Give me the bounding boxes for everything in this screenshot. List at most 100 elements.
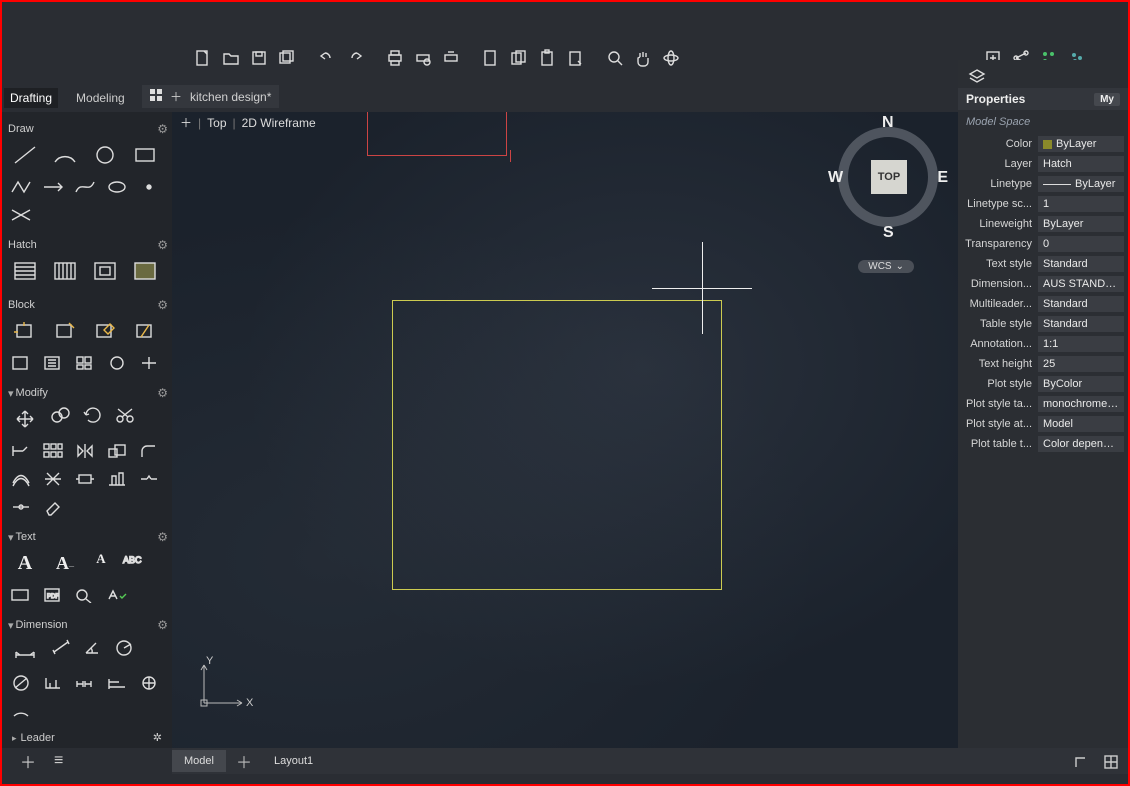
compass-north[interactable]: N — [882, 114, 894, 132]
dim-radius-tool[interactable] — [112, 636, 138, 658]
view-cube-top-face[interactable]: TOP — [871, 160, 907, 194]
block-tool-a[interactable] — [8, 352, 34, 374]
region-tool[interactable] — [128, 256, 162, 286]
add-panel-icon[interactable]: ＋ — [20, 749, 36, 773]
extend-tool[interactable] — [8, 440, 34, 462]
property-value[interactable]: 1:1 — [1038, 336, 1124, 352]
print-icon[interactable] — [384, 48, 406, 68]
mtext-tool[interactable]: A — [8, 548, 42, 578]
hatch-tool[interactable] — [8, 256, 42, 286]
plot-icon[interactable] — [440, 48, 462, 68]
new-file-icon[interactable] — [192, 48, 214, 68]
status-ucs-icon[interactable] — [1070, 752, 1092, 772]
property-value[interactable]: Hatch — [1038, 156, 1124, 172]
text-pdf-tool[interactable]: PDF — [40, 584, 66, 606]
cut-icon[interactable] — [480, 48, 502, 68]
gradient-tool[interactable] — [48, 256, 82, 286]
block-tool-c[interactable] — [72, 352, 98, 374]
viewport-style-label[interactable]: 2D Wireframe — [242, 116, 316, 130]
break-tool[interactable] — [136, 468, 162, 490]
mirror-tool[interactable] — [72, 440, 98, 462]
orbit-icon[interactable] — [660, 48, 682, 68]
section-text-gear-icon[interactable]: ⚙ — [157, 530, 168, 544]
start-icon[interactable] — [150, 89, 162, 104]
explode-tool[interactable] — [40, 468, 66, 490]
property-value[interactable]: ByLayer — [1038, 216, 1124, 232]
section-block-gear-icon[interactable]: ⚙ — [157, 298, 168, 312]
property-value[interactable]: Color dependent — [1038, 436, 1124, 452]
property-value[interactable]: 1 — [1038, 196, 1124, 212]
trim-tool[interactable] — [112, 404, 138, 426]
property-value[interactable]: AUS STANDARD — [1038, 276, 1124, 292]
block-tool-b[interactable] — [40, 352, 66, 374]
compass-south[interactable]: S — [883, 224, 894, 242]
section-dimension-gear-icon[interactable]: ⚙ — [157, 618, 168, 632]
save-all-icon[interactable] — [276, 48, 298, 68]
text-field-tool[interactable] — [8, 584, 34, 606]
properties-context[interactable]: Model Space — [958, 110, 1128, 134]
dim-continue-tool[interactable] — [72, 672, 98, 694]
property-value[interactable]: ByLayer — [1038, 176, 1124, 192]
status-grid-icon[interactable] — [1100, 752, 1122, 772]
property-value[interactable]: monochrome.ctb — [1038, 396, 1124, 412]
line-tool[interactable] — [8, 140, 42, 170]
open-file-icon[interactable] — [220, 48, 242, 68]
move-tool[interactable] — [8, 404, 42, 434]
save-icon[interactable] — [248, 48, 270, 68]
tab-model[interactable]: Model — [172, 750, 226, 772]
join-tool[interactable] — [8, 496, 34, 518]
text-style-tool[interactable]: A — [88, 548, 114, 570]
viewport-view-label[interactable]: Top — [207, 116, 226, 130]
fillet-tool[interactable] — [136, 440, 162, 462]
offset-tool[interactable] — [8, 468, 34, 490]
section-hatch-gear-icon[interactable]: ⚙ — [157, 238, 168, 252]
boundary-tool[interactable] — [88, 256, 122, 286]
erase-tool[interactable] — [40, 496, 66, 518]
compass-east[interactable]: E — [937, 169, 948, 187]
document-tab[interactable]: ＋ kitchen design* — [142, 85, 279, 108]
text-find-tool[interactable] — [72, 584, 98, 606]
tab-layout1[interactable]: Layout1 — [262, 750, 325, 772]
dim-baseline-tool[interactable] — [104, 672, 130, 694]
polyline-tool[interactable] — [8, 176, 34, 198]
wcs-badge[interactable]: WCS⌄ — [858, 260, 914, 273]
dim-diameter-tool[interactable] — [8, 672, 34, 694]
block-tool-d[interactable] — [104, 352, 130, 374]
property-value[interactable]: Standard — [1038, 256, 1124, 272]
property-value[interactable]: Standard — [1038, 316, 1124, 332]
add-layout-icon[interactable]: ＋ — [226, 745, 262, 777]
text-abc-tool[interactable]: ABC — [120, 548, 146, 570]
block-tool-e[interactable] — [136, 352, 162, 374]
property-value[interactable]: Standard — [1038, 296, 1124, 312]
search-icon[interactable] — [604, 48, 626, 68]
arc-tool[interactable] — [48, 140, 82, 170]
section-modify-gear-icon[interactable]: ⚙ — [157, 386, 168, 400]
tab-drafting[interactable]: Drafting — [4, 88, 58, 108]
dim-center-tool[interactable] — [136, 672, 162, 694]
spline-tool[interactable] — [72, 176, 98, 198]
dim-arc-tool[interactable] — [8, 700, 34, 722]
array-tool[interactable] — [40, 440, 66, 462]
ray-tool[interactable] — [40, 176, 66, 198]
paste-icon[interactable] — [536, 48, 558, 68]
view-cube[interactable]: TOP N S W E WCS⌄ — [828, 114, 948, 264]
stretch-tool[interactable] — [72, 468, 98, 490]
property-value[interactable]: ByColor — [1038, 376, 1124, 392]
insert-block-tool[interactable] — [8, 316, 42, 346]
edit-block-tool[interactable] — [88, 316, 122, 346]
ellipse-tool[interactable] — [104, 176, 130, 198]
drawing-canvas[interactable]: ＋ | Top | 2D Wireframe TOP N S W E WCS⌄ … — [172, 112, 958, 748]
property-value[interactable]: ByLayer — [1038, 136, 1124, 152]
create-block-tool[interactable] — [48, 316, 82, 346]
redo-icon[interactable] — [344, 48, 366, 68]
xline-tool[interactable] — [8, 204, 34, 226]
text-spell-tool[interactable] — [104, 584, 130, 606]
single-text-tool[interactable]: A_ — [48, 548, 82, 578]
point-tool[interactable] — [136, 176, 162, 198]
paste-special-icon[interactable] — [564, 48, 586, 68]
new-tab-plus-icon[interactable]: ＋ — [170, 88, 182, 105]
circle-tool[interactable] — [88, 140, 122, 170]
rotate-tool[interactable] — [80, 404, 106, 426]
dim-ordinate-tool[interactable] — [40, 672, 66, 694]
print-preview-icon[interactable] — [412, 48, 434, 68]
